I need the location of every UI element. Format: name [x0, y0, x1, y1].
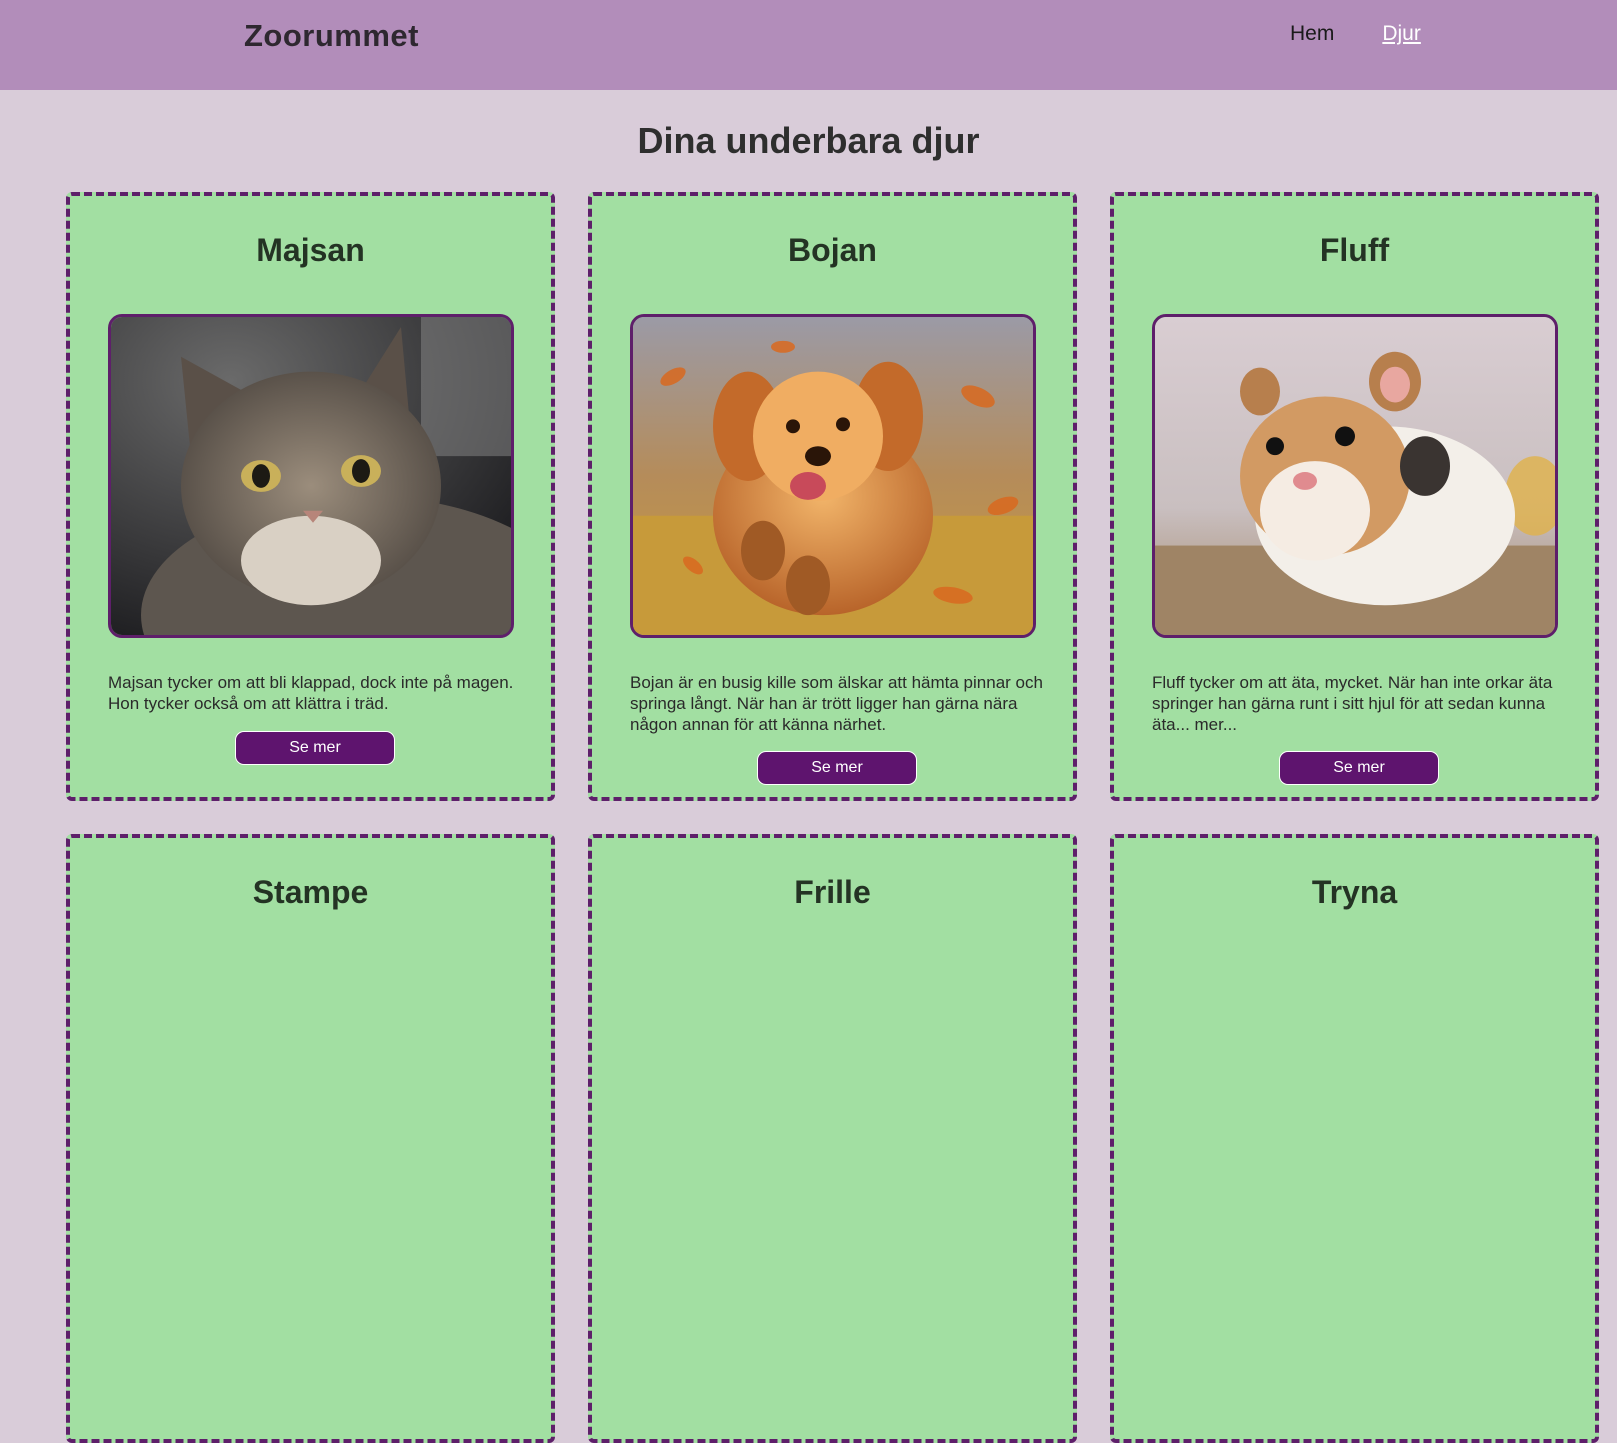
card-description: Bojan är en busig kille som älskar att h… — [630, 673, 1043, 734]
card-title: Tryna — [1311, 874, 1398, 910]
animal-card-grid: Majsan Majsan tycker om att bli klappad,… — [66, 192, 1599, 1443]
card-title: Stampe — [252, 874, 369, 910]
see-more-button[interactable]: Se mer — [1279, 751, 1439, 785]
site-logo[interactable]: Zoorummet — [244, 18, 419, 54]
card-title: Majsan — [256, 232, 365, 268]
nav-link-home[interactable]: Hem — [1290, 22, 1334, 46]
main-nav: Hem Djur — [1290, 22, 1421, 46]
card-description: Majsan tycker om att bli klappad, dock i… — [108, 673, 514, 713]
card-description: Fluff tycker om att äta, mycket. När han… — [1152, 673, 1553, 734]
cat-photo — [108, 314, 514, 638]
card-title: Fluff — [1319, 232, 1390, 268]
card-title: Frille — [794, 874, 871, 910]
top-navbar: Zoorummet Hem Djur — [0, 0, 1617, 90]
dog-photo — [630, 314, 1036, 638]
page-title: Dina underbara djur — [637, 120, 980, 161]
animal-card: Bojan Bojan är en busig kille som älskar… — [588, 192, 1077, 801]
animal-card: Fluff Fluff tycker om att äta, mycket. N… — [1110, 192, 1599, 801]
animal-card: Majsan Majsan tycker om att bli klappad,… — [66, 192, 555, 801]
see-more-button[interactable]: Se mer — [757, 751, 917, 785]
animal-card: Frille — [588, 834, 1077, 1443]
card-title: Bojan — [788, 232, 877, 268]
hamster-photo — [1152, 314, 1558, 638]
animal-card: Tryna — [1110, 834, 1599, 1443]
nav-link-animals[interactable]: Djur — [1382, 22, 1421, 46]
animal-card: Stampe — [66, 834, 555, 1443]
see-more-button[interactable]: Se mer — [235, 731, 395, 765]
